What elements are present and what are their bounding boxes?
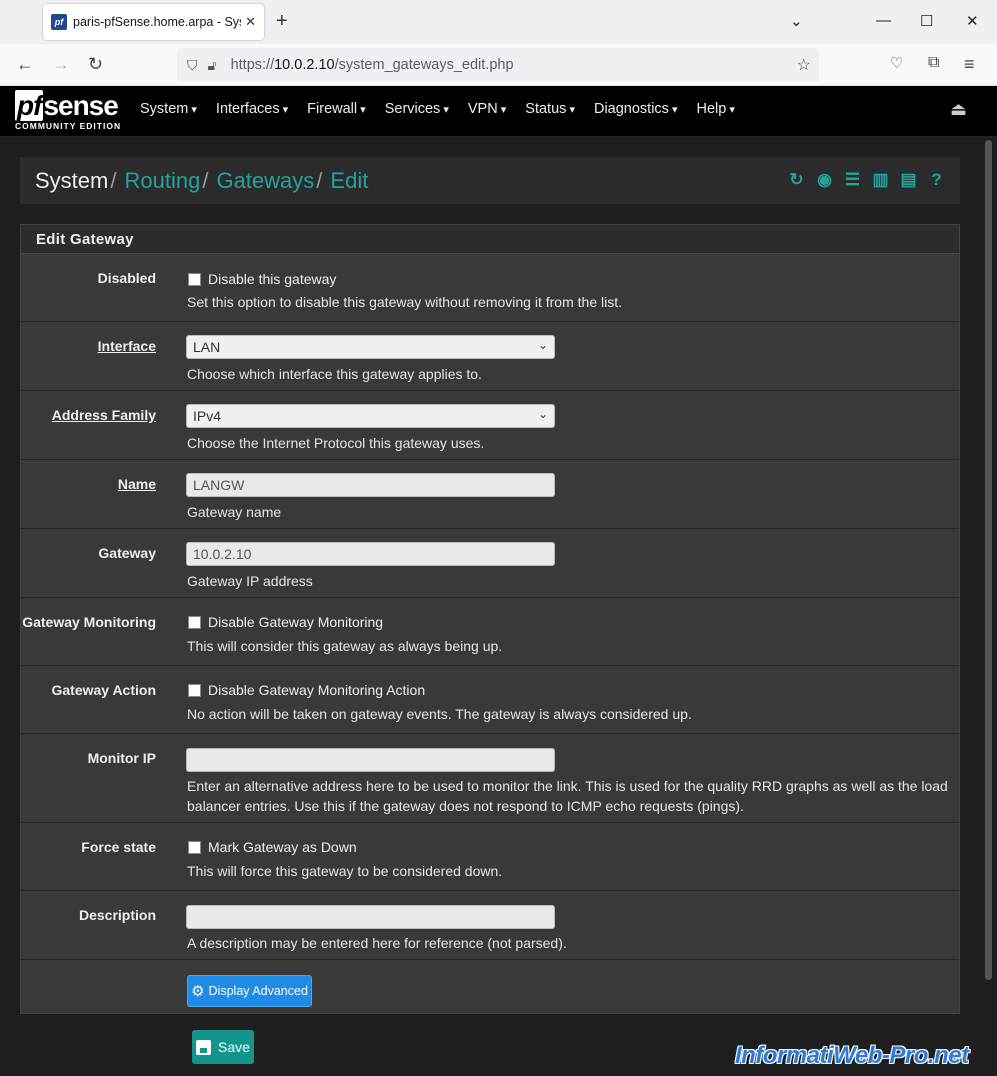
disable-monitoring-checkbox-group[interactable]: Disable Gateway Monitoring <box>186 614 383 630</box>
gateway-ip-input[interactable]: 10.0.2.10 <box>186 542 555 566</box>
chevron-down-icon: ⌄ <box>537 338 548 352</box>
pfsense-logo[interactable]: pfsense COMMUNITY EDITION <box>15 90 121 131</box>
browser-tab-bar: pf paris-pfSense.home.arpa - System ✕ + … <box>0 0 997 44</box>
menu-system[interactable]: System <box>130 101 206 117</box>
menu-firewall[interactable]: Firewall <box>297 101 375 117</box>
menu-services[interactable]: Services <box>375 101 458 117</box>
stop-service-icon[interactable]: ◉ <box>815 170 834 189</box>
label-interface[interactable]: Interface <box>98 338 156 354</box>
log-list-icon[interactable]: ▤ <box>899 170 918 189</box>
reload-icon[interactable]: ↻ <box>88 54 103 75</box>
address-bar[interactable]: ⛉ 🔓︎ https://10.0.2.10/system_gateways_e… <box>177 48 819 82</box>
back-icon[interactable]: ← <box>16 54 34 75</box>
label-disabled: Disabled <box>97 270 156 286</box>
label-gateway-action: Gateway Action <box>51 682 156 698</box>
help-monitor-ip: Enter an alternative address here to be … <box>187 778 948 814</box>
lock-icon[interactable]: 🔓︎ <box>208 57 217 74</box>
disable-gateway-checkbox-group[interactable]: Disable this gateway <box>186 271 336 287</box>
maximize-icon[interactable]: ☐ <box>920 12 933 30</box>
restart-service-icon[interactable]: ↻ <box>787 170 806 189</box>
pfsense-favicon-icon: pf <box>51 14 67 30</box>
row-name: Name LANGW Gateway name <box>21 460 959 529</box>
help-icon[interactable]: ? <box>927 170 946 189</box>
row-gateway-monitoring: Gateway Monitoring Disable Gateway Monit… <box>21 598 959 666</box>
monitor-ip-input[interactable] <box>186 748 555 772</box>
graph-icon[interactable]: ▥ <box>871 170 890 189</box>
menu-help[interactable]: Help <box>687 101 744 117</box>
close-tab-icon[interactable]: ✕ <box>245 14 256 30</box>
row-address-family: Address Family IPv4 ⌄ Choose the Internet… <box>21 391 959 460</box>
extensions-icon[interactable]: ⧉ <box>928 54 939 72</box>
panel-title: Edit Gateway <box>21 225 959 254</box>
menu-vpn[interactable]: VPN <box>458 101 515 117</box>
browser-nav-bar: ← → ↻ ⛉ 🔓︎ https://10.0.2.10/system_gate… <box>0 44 997 86</box>
row-description: Description A description may be entered… <box>21 891 959 960</box>
new-tab-icon[interactable]: + <box>276 10 288 33</box>
breadcrumb-gateways[interactable]: Gateways <box>216 168 314 194</box>
row-monitor-ip: Monitor IP Enter an alternative address … <box>21 734 959 823</box>
url-text: https://10.0.2.10/system_gateways_edit.p… <box>230 57 514 73</box>
close-window-icon[interactable]: ✕ <box>966 12 979 30</box>
description-input[interactable] <box>186 905 555 929</box>
disable-monitoring-checkbox[interactable] <box>188 615 201 629</box>
help-gateway: Gateway IP address <box>187 573 313 589</box>
row-gateway-action: Gateway Action Disable Gateway Monitorin… <box>21 666 959 734</box>
help-description: A description may be entered here for re… <box>187 935 567 951</box>
help-interface: Choose which interface this gateway appl… <box>187 366 482 382</box>
disable-gateway-checkbox[interactable] <box>188 272 201 286</box>
menu-interfaces[interactable]: Interfaces <box>206 101 297 117</box>
main-menu: System Interfaces Firewall Services VPN … <box>130 101 744 117</box>
interface-select[interactable]: LAN ⌄ <box>186 335 555 359</box>
mark-down-checkbox[interactable] <box>188 840 201 854</box>
breadcrumb-edit[interactable]: Edit <box>330 168 368 194</box>
save-floppy-icon <box>196 1039 212 1055</box>
label-description: Description <box>78 907 156 923</box>
pfsense-header: pfsense COMMUNITY EDITION System Interfa… <box>0 86 997 137</box>
breadcrumb-system: System <box>35 167 109 193</box>
help-force-state: This will force this gateway to be consi… <box>187 863 503 879</box>
help-gateway-monitoring: This will consider this gateway as alway… <box>187 638 503 654</box>
chevron-down-icon: ⌄ <box>537 407 548 421</box>
address-family-select[interactable]: IPv4 ⌄ <box>186 404 555 428</box>
name-input[interactable]: LANGW <box>186 473 555 497</box>
row-interface: Interface LAN ⌄ Choose which interface th… <box>21 322 959 391</box>
gear-icon: ⚙ <box>191 983 205 1000</box>
help-address-family: Choose the Internet Protocol this gatewa… <box>187 435 485 451</box>
shield-icon[interactable]: ⛉ <box>187 57 198 74</box>
bookmark-star-icon[interactable]: ☆ <box>797 55 811 75</box>
help-disabled: Set this option to disable this gateway … <box>187 294 622 310</box>
label-monitor-ip: Monitor IP <box>87 750 156 766</box>
label-force-state: Force state <box>81 839 156 855</box>
label-gateway: Gateway <box>98 545 156 561</box>
browser-tab[interactable]: pf paris-pfSense.home.arpa - System ✕ <box>43 4 264 40</box>
pocket-icon[interactable]: ♡ <box>890 54 903 72</box>
row-disabled: Disabled Disable this gateway Set this o… <box>21 254 959 322</box>
help-name: Gateway name <box>187 504 282 520</box>
breadcrumb-routing[interactable]: Routing <box>124 168 200 194</box>
label-name[interactable]: Name <box>118 476 156 492</box>
row-force-state: Force state Mark Gateway as Down This wi… <box>21 823 959 891</box>
menu-status[interactable]: Status <box>515 101 584 117</box>
disable-action-checkbox-group[interactable]: Disable Gateway Monitoring Action <box>186 682 425 698</box>
label-address-family[interactable]: Address Family <box>52 407 156 423</box>
breadcrumb: System / Routing / Gateways / Edit ↻ ◉ ☰ ▥ … <box>20 157 960 204</box>
display-advanced-button[interactable]: ⚙ Display Advanced <box>187 975 312 1007</box>
tab-title: paris-pfSense.home.arpa - System <box>73 15 241 29</box>
watermark-logo: InformatiWeb-Pro.net <box>735 1042 969 1069</box>
help-gateway-action: No action will be taken on gateway event… <box>187 706 692 722</box>
logout-icon[interactable]: ⏏ <box>950 99 967 120</box>
menu-diagnostics[interactable]: Diagnostics <box>584 101 687 117</box>
tab-list-chevron-icon[interactable]: ⌄ <box>790 12 803 30</box>
row-gateway: Gateway 10.0.2.10 Gateway IP address <box>21 529 959 598</box>
settings-sliders-icon[interactable]: ☰ <box>843 170 862 189</box>
forward-icon[interactable]: → <box>52 54 70 75</box>
minimize-icon[interactable]: — <box>876 12 891 29</box>
hamburger-menu-icon[interactable]: ≡ <box>964 54 975 75</box>
disable-action-checkbox[interactable] <box>188 683 201 697</box>
save-button[interactable]: Save <box>192 1030 254 1064</box>
label-gateway-monitoring: Gateway Monitoring <box>22 614 156 630</box>
scrollbar-thumb[interactable] <box>985 140 992 980</box>
edit-gateway-panel: Edit Gateway Disabled Disable this gatew… <box>20 224 960 1014</box>
mark-down-checkbox-group[interactable]: Mark Gateway as Down <box>186 839 357 855</box>
